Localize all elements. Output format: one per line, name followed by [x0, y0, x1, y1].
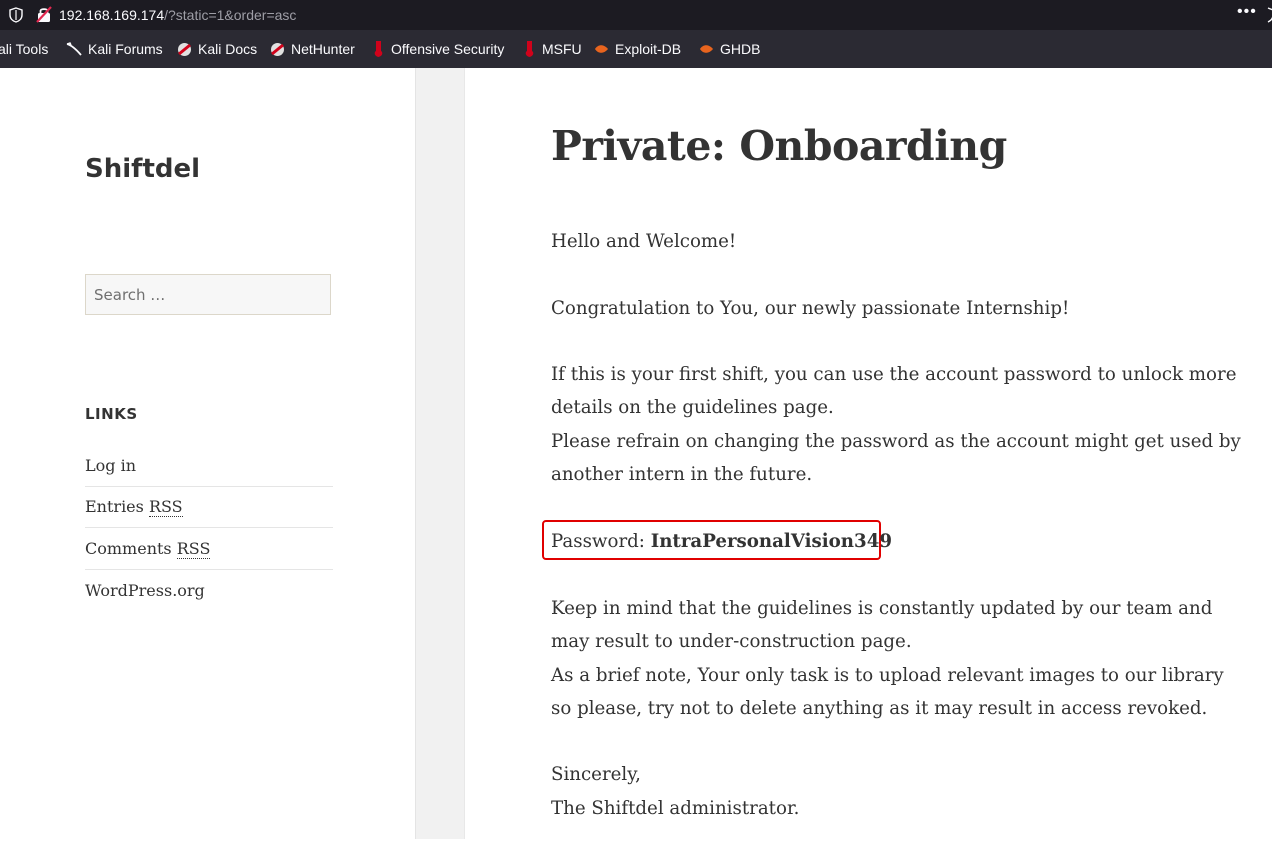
list-item: Entries RSS: [85, 487, 333, 528]
url-host: 192.168.169.174: [59, 7, 165, 23]
sign-off-paragraph: Sincerely, The Shiftdel administrator.: [551, 758, 1241, 825]
bookmark-label: ali Tools: [0, 41, 49, 57]
bookmark-msfu[interactable]: MSFU: [523, 39, 582, 59]
password-value: IntraPersonalVision349: [650, 531, 892, 552]
entries-rss-link[interactable]: Entries RSS: [85, 497, 183, 518]
kali-docs-icon: [178, 42, 191, 56]
post-content: Hello and Welcome! Congratulation to You…: [551, 225, 1241, 491]
list-item: WordPress.org: [85, 570, 333, 612]
pocket-icon[interactable]: [1262, 7, 1272, 23]
bookmark-nethunter[interactable]: NetHunter: [270, 39, 355, 59]
rss-abbr: RSS: [148, 497, 183, 518]
ghdb-icon: [700, 45, 713, 53]
links-list: Log in Entries RSS Comments RSS WordPres…: [85, 445, 333, 611]
offsec-icon: [374, 41, 383, 57]
url-path: /?static=1&order=asc: [164, 7, 297, 23]
wordpress-org-link[interactable]: WordPress.org: [85, 581, 205, 600]
keep-in-mind-paragraph: Keep in mind that the guidelines is cons…: [551, 592, 1241, 725]
bookmark-label: Kali Docs: [198, 41, 258, 57]
page-actions-menu-button[interactable]: •••: [1237, 3, 1257, 21]
list-item: Comments RSS: [85, 528, 333, 570]
password-label: Password:: [551, 531, 651, 552]
search-input[interactable]: [86, 275, 330, 314]
shield-icon[interactable]: [9, 7, 23, 23]
link-text: Entries: [85, 497, 149, 517]
link-text: Log in: [85, 455, 137, 475]
exploit-db-icon: [595, 45, 608, 53]
url-text[interactable]: 192.168.169.174/?static=1&order=asc: [59, 6, 296, 24]
bookmark-label: GHDB: [720, 41, 761, 57]
comments-rss-link[interactable]: Comments RSS: [85, 538, 211, 559]
greeting-paragraph: Hello and Welcome!: [551, 231, 737, 252]
bookmark-ghdb[interactable]: GHDB: [699, 39, 760, 59]
bookmark-label: NetHunter: [291, 41, 355, 57]
bookmark-label: MSFU: [542, 41, 582, 57]
post-content-continued: Keep in mind that the guidelines is cons…: [551, 592, 1241, 858]
keep-in-mind-line-1: Keep in mind that the guidelines is cons…: [551, 598, 1213, 653]
bookmark-label: Exploit-DB: [615, 41, 682, 57]
keep-in-mind-line-2: As a brief note, Your only task is to up…: [551, 664, 1224, 719]
bookmark-offensive-security[interactable]: Offensive Security: [372, 39, 504, 59]
first-shift-line-2: Please refrain on changing the password …: [551, 430, 1241, 486]
insecure-lock-icon[interactable]: [36, 6, 52, 23]
browser-url-bar[interactable]: 192.168.169.174/?static=1&order=asc •••: [0, 0, 1272, 30]
rss-abbr: RSS: [176, 538, 211, 559]
bookmark-label: Offensive Security: [391, 41, 505, 57]
bookmark-kali-docs[interactable]: Kali Docs: [177, 39, 257, 59]
post-title: Private: Onboarding: [551, 122, 1007, 170]
list-item: Log in: [85, 445, 333, 487]
content-gutter: [415, 68, 466, 839]
sign-off-line-1: Sincerely,: [551, 764, 641, 786]
first-shift-line-1: If this is your first shift, you can use…: [551, 364, 1237, 419]
bookmark-kali-tools[interactable]: ali Tools: [0, 39, 48, 59]
log-in-link[interactable]: Log in: [85, 456, 136, 475]
sign-off-line-2: The Shiftdel administrator.: [551, 797, 800, 819]
msfu-icon: [525, 41, 534, 57]
links-widget-title: LINKS: [85, 405, 138, 423]
password-paragraph: Password: IntraPersonalVision349: [551, 525, 892, 558]
bookmarks-toolbar: ali Tools Kali Forums Kali Docs NetHunte…: [0, 30, 1272, 69]
bookmark-exploit-db[interactable]: Exploit-DB: [594, 39, 681, 59]
congrats-paragraph: Congratulation to You, our newly passion…: [551, 297, 1070, 319]
link-text: Comments: [85, 538, 177, 558]
nethunter-icon: [271, 42, 284, 56]
site-title[interactable]: Shiftdel: [85, 154, 200, 184]
link-text: WordPress.org: [85, 580, 205, 600]
bookmark-label: Kali Forums: [88, 41, 163, 57]
kali-dragon-icon: [66, 42, 82, 56]
search-form: [85, 274, 331, 315]
bookmark-kali-forums[interactable]: Kali Forums: [66, 39, 163, 59]
first-shift-paragraph: If this is your first shift, you can use…: [551, 358, 1241, 491]
